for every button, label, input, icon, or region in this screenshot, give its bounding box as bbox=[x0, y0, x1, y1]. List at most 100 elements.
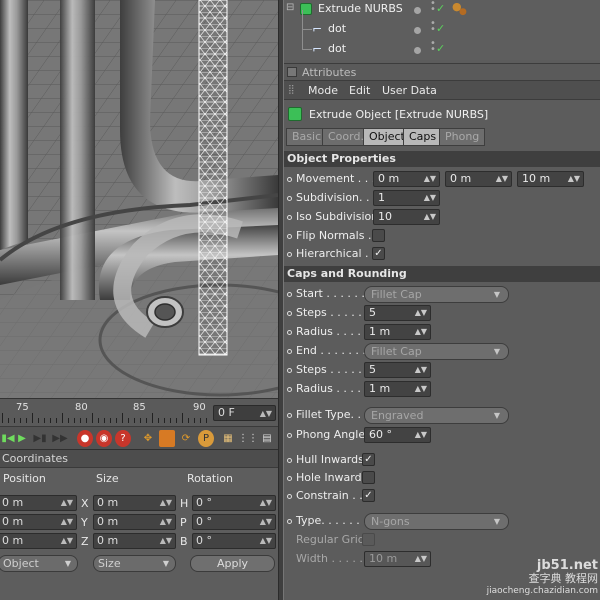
size-z-field[interactable]: 0 m ▲▼ bbox=[93, 533, 176, 549]
keyframe-help-icon[interactable]: ? bbox=[115, 430, 131, 447]
tab-phong[interactable]: Phong bbox=[439, 128, 486, 146]
keyframe-selection-icon[interactable]: ▤ bbox=[259, 430, 275, 447]
fillet-type-dropdown[interactable]: Engraved ▼ bbox=[364, 407, 509, 424]
rotation-h-field[interactable]: 0 ° ▲▼ bbox=[192, 495, 276, 511]
spinner-arrows-icon[interactable]: ▲▼ bbox=[61, 496, 73, 510]
movement-y-field[interactable]: 0 m ▲▼ bbox=[445, 171, 512, 187]
animate-bullet-icon[interactable] bbox=[287, 177, 292, 182]
object-row-extrude[interactable]: ⊟ Extrude NURBS • • ✓ ● ● bbox=[284, 0, 600, 20]
object-name[interactable]: Extrude NURBS bbox=[318, 2, 403, 15]
enabled-check-icon[interactable]: ✓ bbox=[436, 42, 445, 55]
autokey-icon[interactable]: ◉ bbox=[96, 430, 112, 447]
object-row-dot-1[interactable]: ⌐ dot • • ✓ bbox=[284, 10, 600, 50]
apply-button[interactable]: Apply bbox=[190, 555, 275, 572]
tab-caps[interactable]: Caps bbox=[403, 128, 443, 146]
steps-end-field[interactable]: 5 ▲▼ bbox=[364, 362, 431, 378]
coordinate-mode-dropdown[interactable]: Object ▼ bbox=[0, 555, 78, 572]
spinner-arrows-icon[interactable]: ▲▼ bbox=[415, 428, 427, 442]
spinner-arrows-icon[interactable]: ▲▼ bbox=[160, 515, 172, 529]
size-mode-dropdown[interactable]: Size ▼ bbox=[93, 555, 176, 572]
object-name[interactable]: dot bbox=[328, 22, 346, 35]
record-keyframe-icon[interactable]: ● bbox=[77, 430, 93, 447]
constrain-checkbox[interactable]: ✓ bbox=[362, 489, 375, 502]
object-name[interactable]: dot bbox=[328, 42, 346, 55]
visibility-dot-icon[interactable] bbox=[414, 47, 421, 54]
menu-user-data[interactable]: User Data bbox=[382, 84, 437, 97]
spinner-arrows-icon[interactable]: ▲▼ bbox=[568, 172, 580, 186]
size-y-field[interactable]: 0 m ▲▼ bbox=[93, 514, 176, 530]
iso-subdivision-field[interactable]: 10 ▲▼ bbox=[373, 209, 440, 225]
hull-inwards-checkbox[interactable]: ✓ bbox=[362, 453, 375, 466]
flip-normals-checkbox[interactable] bbox=[372, 229, 385, 242]
rotation-p-field[interactable]: 0 ° ▲▼ bbox=[192, 514, 276, 530]
spinner-arrows-icon[interactable]: ▲▼ bbox=[415, 382, 427, 396]
drag-handle-icon[interactable]: ⣿ bbox=[288, 85, 295, 95]
animate-bullet-icon[interactable] bbox=[287, 252, 292, 257]
current-frame-field[interactable]: 0 F ▲▼ bbox=[213, 405, 276, 421]
step-forward-icon[interactable]: ▶▮ bbox=[32, 430, 48, 447]
spinner-arrows-icon[interactable]: ▲▼ bbox=[415, 363, 427, 377]
go-to-end-icon[interactable]: ▶▶ bbox=[52, 430, 68, 447]
size-x-field[interactable]: 0 m ▲▼ bbox=[93, 495, 176, 511]
tab-basic[interactable]: Basic bbox=[286, 128, 328, 146]
position-x-field[interactable]: 0 m ▲▼ bbox=[0, 495, 77, 511]
spinner-arrows-icon[interactable]: ▲▼ bbox=[496, 172, 508, 186]
animate-bullet-icon[interactable] bbox=[287, 494, 292, 499]
animate-bullet-icon[interactable] bbox=[287, 215, 292, 220]
panel-grip-icon[interactable] bbox=[287, 67, 297, 77]
spinner-arrows-icon[interactable]: ▲▼ bbox=[424, 210, 436, 224]
spinner-arrows-icon[interactable]: ▲▼ bbox=[415, 552, 427, 566]
regular-grid-checkbox[interactable] bbox=[362, 533, 375, 546]
move-key-icon[interactable]: ✥ bbox=[140, 430, 156, 447]
visibility-dot-icon[interactable] bbox=[414, 7, 421, 14]
3d-viewport[interactable] bbox=[0, 0, 278, 398]
position-y-field[interactable]: 0 m ▲▼ bbox=[0, 514, 77, 530]
timeline-ruler[interactable]: 75 80 85 90 0 F ▲▼ bbox=[0, 398, 278, 426]
movement-x-field[interactable]: 0 m ▲▼ bbox=[373, 171, 440, 187]
animate-bullet-icon[interactable] bbox=[287, 519, 292, 524]
play-icon[interactable]: ▶ bbox=[14, 430, 30, 447]
position-z-field[interactable]: 0 m ▲▼ bbox=[0, 533, 77, 549]
scale-key-icon[interactable] bbox=[159, 430, 175, 447]
animate-bullet-icon[interactable] bbox=[287, 433, 292, 438]
object-row-dot-2[interactable]: ⌐ dot • • ✓ bbox=[284, 39, 600, 60]
start-dropdown[interactable]: Fillet Cap ▼ bbox=[364, 286, 509, 303]
hole-inwards-checkbox[interactable] bbox=[362, 471, 375, 484]
animate-bullet-icon[interactable] bbox=[287, 387, 292, 392]
spinner-arrows-icon[interactable]: ▲▼ bbox=[61, 515, 73, 529]
collapse-icon[interactable]: ⊟ bbox=[286, 2, 294, 13]
menu-mode[interactable]: Mode bbox=[308, 84, 338, 97]
animate-bullet-icon[interactable] bbox=[287, 458, 292, 463]
spinner-arrows-icon[interactable]: ▲▼ bbox=[260, 496, 272, 510]
radius-start-field[interactable]: 1 m ▲▼ bbox=[364, 324, 431, 340]
point-level-icon[interactable]: ⋮⋮ bbox=[238, 430, 258, 447]
enabled-check-icon[interactable]: ✓ bbox=[436, 22, 445, 35]
animate-bullet-icon[interactable] bbox=[287, 349, 292, 354]
hierarchical-checkbox[interactable]: ✓ bbox=[372, 247, 385, 260]
spinner-arrows-icon[interactable]: ▲▼ bbox=[415, 306, 427, 320]
spinner-arrows-icon[interactable]: ▲▼ bbox=[260, 407, 272, 421]
spinner-arrows-icon[interactable]: ▲▼ bbox=[160, 534, 172, 548]
radius-end-field[interactable]: 1 m ▲▼ bbox=[364, 381, 431, 397]
spinner-arrows-icon[interactable]: ▲▼ bbox=[415, 325, 427, 339]
spinner-arrows-icon[interactable]: ▲▼ bbox=[260, 515, 272, 529]
spinner-arrows-icon[interactable]: ▲▼ bbox=[424, 172, 436, 186]
enabled-check-icon[interactable]: ✓ bbox=[436, 2, 445, 15]
animate-bullet-icon[interactable] bbox=[287, 311, 292, 316]
param-key-icon[interactable]: P bbox=[198, 430, 214, 447]
animate-bullet-icon[interactable] bbox=[287, 368, 292, 373]
width-field[interactable]: 10 m ▲▼ bbox=[364, 551, 431, 567]
spinner-arrows-icon[interactable]: ▲▼ bbox=[61, 534, 73, 548]
type-dropdown[interactable]: N-gons ▼ bbox=[364, 513, 509, 530]
animate-bullet-icon[interactable] bbox=[287, 196, 292, 201]
animate-bullet-icon[interactable] bbox=[287, 476, 292, 481]
animate-bullet-icon[interactable] bbox=[287, 330, 292, 335]
rotate-key-icon[interactable]: ⟳ bbox=[178, 430, 194, 447]
phong-angle-field[interactable]: 60 ° ▲▼ bbox=[364, 427, 431, 443]
spinner-arrows-icon[interactable]: ▲▼ bbox=[260, 534, 272, 548]
animate-bullet-icon[interactable] bbox=[287, 234, 292, 239]
menu-edit[interactable]: Edit bbox=[349, 84, 370, 97]
spinner-arrows-icon[interactable]: ▲▼ bbox=[160, 496, 172, 510]
end-dropdown[interactable]: Fillet Cap ▼ bbox=[364, 343, 509, 360]
animate-bullet-icon[interactable] bbox=[287, 413, 292, 418]
